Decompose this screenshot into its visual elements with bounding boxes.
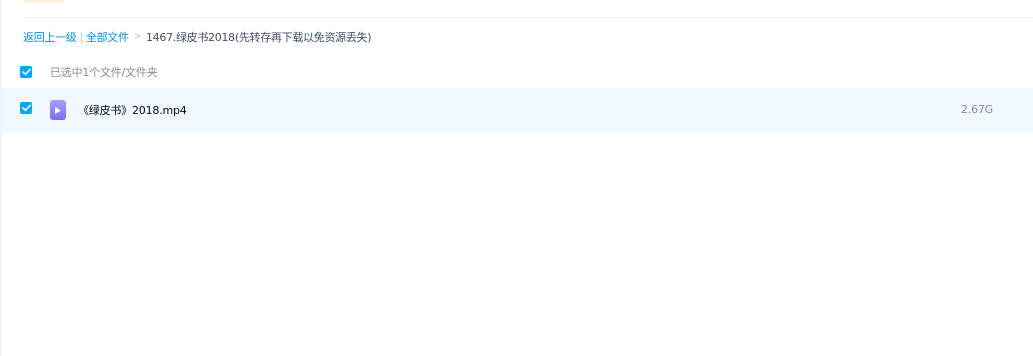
checkmark-icon <box>21 68 31 76</box>
breadcrumb-separator: | <box>79 30 84 44</box>
top-tab-accent <box>24 0 64 3</box>
file-name[interactable]: 《绿皮书》2018.mp4 <box>78 102 187 118</box>
select-all-row: 已选中1个文件/文件夹 <box>20 63 158 81</box>
select-all-checkbox[interactable] <box>20 66 32 78</box>
breadcrumb-arrow: > <box>133 32 142 42</box>
play-icon <box>55 106 61 114</box>
file-row-checkbox[interactable] <box>20 102 32 114</box>
back-link[interactable]: 返回上一级 <box>23 29 77 45</box>
panel-left-border <box>0 0 2 356</box>
file-list-panel: 返回上一级 | 全部文件 > 1467.绿皮书2018(先转存再下载以免资源丢失… <box>0 0 1033 356</box>
breadcrumb: 返回上一级 | 全部文件 > 1467.绿皮书2018(先转存再下载以免资源丢失… <box>23 29 372 45</box>
current-folder-title: 1467.绿皮书2018(先转存再下载以免资源丢失) <box>145 31 372 44</box>
video-file-icon <box>50 100 66 120</box>
table-row[interactable]: 《绿皮书》2018.mp4 2.67G <box>2 88 1033 133</box>
checkmark-icon <box>21 104 31 112</box>
selection-summary: 已选中1个文件/文件夹 <box>50 66 158 79</box>
header-divider <box>24 17 1033 18</box>
file-size: 2.67G <box>960 103 993 116</box>
all-files-link[interactable]: 全部文件 <box>86 29 129 45</box>
